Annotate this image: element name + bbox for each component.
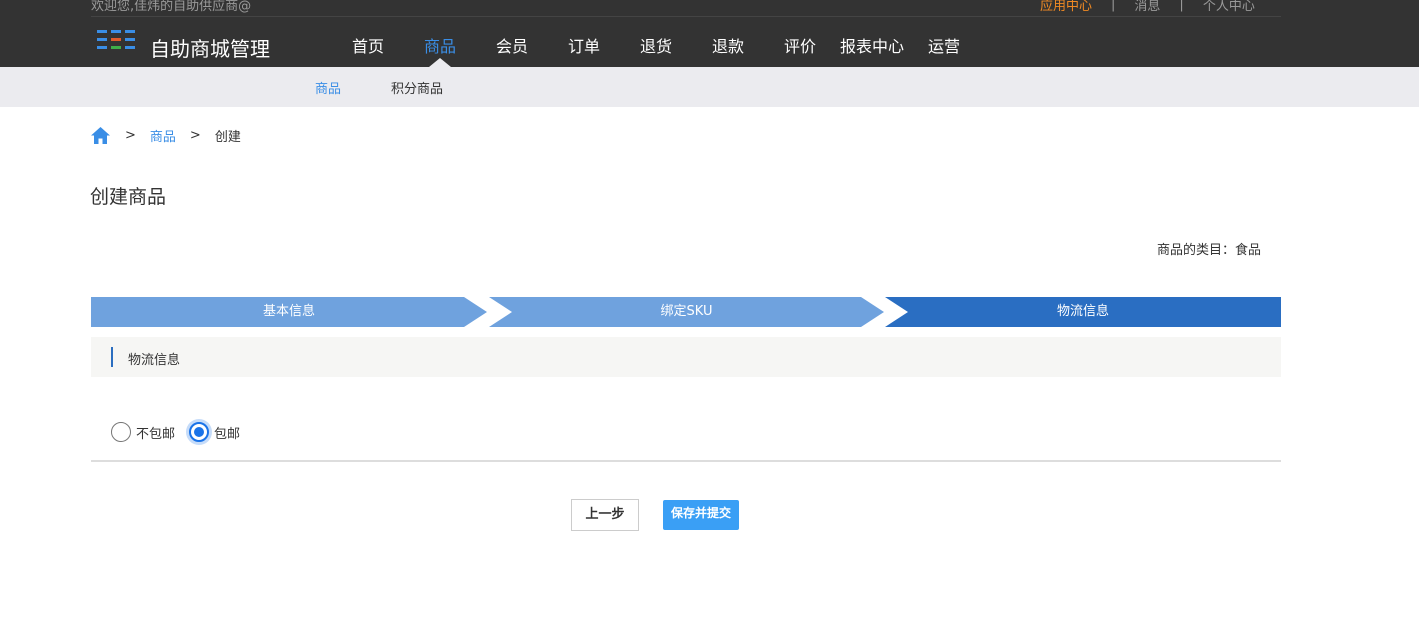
nav-reports[interactable]: 报表中心 (836, 30, 908, 67)
nav-reviews[interactable]: 评价 (764, 30, 836, 67)
nav-members[interactable]: 会员 (476, 30, 548, 67)
product-category: 商品的类目：食品 (1156, 243, 1261, 258)
breadcrumb-separator: > (125, 127, 136, 143)
nav-orders[interactable]: 订单 (548, 30, 620, 67)
shipping-options: 不包邮 包邮 (111, 421, 254, 443)
page-title: 创建商品 (90, 186, 167, 208)
app-center-link[interactable]: 应用中心 (1040, 0, 1092, 14)
header-divider (91, 16, 1281, 17)
section-header: 物流信息 (91, 337, 1281, 377)
brand-title: 自助商城管理 (150, 37, 270, 61)
no-free-shipping-radio[interactable] (111, 422, 131, 442)
breadcrumb-separator: > (189, 127, 201, 143)
nav-operations[interactable]: 运营 (908, 30, 980, 67)
no-free-shipping-label[interactable]: 不包邮 (136, 423, 175, 442)
nav-products[interactable]: 商品 (404, 30, 476, 67)
step-basic-info[interactable]: 基本信息 (91, 297, 487, 327)
sub-nav: 商品 积分商品 (315, 67, 493, 107)
section-title: 物流信息 (128, 353, 181, 368)
form-divider (91, 460, 1281, 462)
top-link-separator: | (1179, 0, 1184, 12)
home-icon[interactable] (90, 126, 111, 145)
breadcrumb: > 商品 > 创建 (90, 124, 241, 146)
top-header: 欢迎您,佳炜的自助供应商@ 应用中心 | 消息 | 个人中心 自助商城管理 首页… (0, 0, 1419, 67)
top-link-separator: | (1111, 0, 1116, 12)
breadcrumb-current: 创建 (214, 129, 241, 145)
top-links: 应用中心 | 消息 | 个人中心 (1040, 0, 1255, 14)
step-bind-sku[interactable]: 绑定SKU (489, 297, 884, 327)
nav-home[interactable]: 首页 (332, 30, 404, 67)
personal-center-link[interactable]: 个人中心 (1203, 0, 1255, 14)
subnav-points-products[interactable]: 积分商品 (391, 78, 443, 97)
nav-returns[interactable]: 退货 (620, 30, 692, 67)
save-submit-button[interactable]: 保存并提交 (663, 500, 739, 530)
sub-nav-bar: 商品 积分商品 (0, 67, 1419, 107)
step-shipping-info[interactable]: 物流信息 (885, 297, 1281, 327)
messages-link[interactable]: 消息 (1134, 0, 1160, 14)
main-nav: 首页 商品 会员 订单 退货 退款 评价 报表中心 运营 (332, 30, 980, 67)
grid-icon (97, 30, 135, 50)
free-shipping-label[interactable]: 包邮 (214, 423, 240, 442)
section-marker (111, 347, 113, 367)
subnav-products[interactable]: 商品 (315, 78, 341, 97)
welcome-text: 欢迎您,佳炜的自助供应商@ (91, 0, 252, 14)
breadcrumb-products-link[interactable]: 商品 (150, 126, 176, 145)
nav-refunds[interactable]: 退款 (692, 30, 764, 67)
previous-step-button[interactable]: 上一步 (571, 499, 639, 531)
step-progress: 基本信息 绑定SKU 物流信息 (91, 297, 1281, 327)
free-shipping-radio[interactable] (189, 422, 210, 442)
